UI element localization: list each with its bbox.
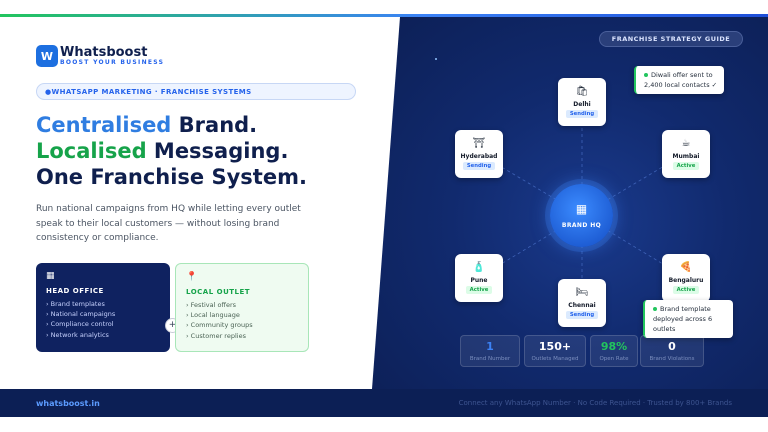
building-icon: ▦ bbox=[46, 271, 55, 281]
whatsboost-logo-icon: W bbox=[36, 45, 58, 67]
template-toast: Brand template deployed across 6 outlets bbox=[643, 300, 733, 338]
footer-url-link[interactable]: whatsboost.in bbox=[36, 399, 100, 408]
diwali-toast: Diwali offer sent to 2,400 local contact… bbox=[634, 66, 724, 94]
stat-label: Open Rate bbox=[599, 356, 629, 362]
description: Run national campaigns from HQ while let… bbox=[36, 204, 301, 243]
node-name: Delhi bbox=[573, 101, 591, 108]
headline-rest-1: Brand. bbox=[171, 113, 258, 137]
node-name: Bengaluru bbox=[668, 277, 704, 284]
stat-brand-number: 1 Brand Number bbox=[460, 335, 520, 367]
bottom-margin bbox=[0, 417, 768, 432]
footer-note: Connect any WhatsApp Number · No Code Re… bbox=[458, 399, 732, 407]
local-outlet-card: 📍 LOCAL OUTLET › Festival offers › Local… bbox=[175, 263, 309, 352]
pin-icon: 📍 bbox=[186, 272, 198, 282]
page-headline: Centralised Brand. Localised Messaging. … bbox=[36, 112, 307, 190]
headline-accent-1: Centralised bbox=[36, 113, 172, 137]
bed-icon: 🛏 bbox=[575, 287, 589, 298]
building-icon: ▦ bbox=[575, 202, 588, 216]
stat-value: 1 bbox=[486, 340, 494, 353]
list-item: › Customer replies bbox=[186, 331, 246, 340]
node-name: Hyderabad bbox=[460, 153, 498, 160]
node-bengaluru[interactable]: 🍕 Bengaluru Active bbox=[662, 254, 710, 302]
cup-icon: ☕ bbox=[681, 138, 691, 149]
stat-label: Brand Violations bbox=[649, 356, 695, 362]
brand-logo[interactable]: W Whatsboost BOOST YOUR BUSINESS bbox=[36, 45, 164, 67]
toast-text: Brand template deployed across 6 outlets bbox=[653, 305, 713, 333]
list-item: › National campaigns bbox=[46, 310, 116, 319]
stat-label: Brand Number bbox=[469, 356, 511, 362]
bottle-icon: 🧴 bbox=[472, 262, 486, 273]
brand-name: Whatsboost bbox=[60, 44, 148, 60]
status-badge: Active bbox=[672, 286, 700, 294]
status-badge: Active bbox=[465, 286, 493, 294]
status-badge: Sending bbox=[565, 110, 599, 118]
toast-text: Diwali offer sent to 2,400 local contact… bbox=[644, 71, 718, 89]
brand-tagline: BOOST YOUR BUSINESS bbox=[60, 58, 165, 66]
status-badge: Active bbox=[672, 162, 700, 170]
list-item: › Brand templates bbox=[46, 300, 105, 308]
node-delhi[interactable]: 🛍 Delhi Sending bbox=[558, 78, 606, 126]
store-icon: ⛩ bbox=[472, 138, 486, 149]
head-office-title: HEAD OFFICE bbox=[46, 287, 104, 295]
node-name: Mumbai bbox=[672, 153, 700, 160]
hub-label: BRAND HQ bbox=[561, 222, 602, 229]
node-pune[interactable]: 🧴 Pune Active bbox=[455, 254, 503, 302]
node-hyderabad[interactable]: ⛩ Hyderabad Sending bbox=[455, 130, 503, 178]
strategy-guide-badge[interactable]: FRANCHISE STRATEGY GUIDE bbox=[599, 31, 743, 47]
status-dot-icon bbox=[644, 73, 648, 77]
stat-value: 0 bbox=[668, 340, 676, 353]
head-office-card: ▦ HEAD OFFICE › Brand templates › Nation… bbox=[36, 263, 170, 352]
list-item: › Compliance control bbox=[46, 320, 114, 329]
headline-accent-2: Localised bbox=[36, 139, 147, 163]
node-chennai[interactable]: 🛏 Chennai Sending bbox=[558, 279, 606, 327]
stat-outlets: 150+ Outlets Managed bbox=[524, 335, 586, 367]
list-item: › Community groups bbox=[186, 321, 253, 330]
stat-label: Outlets Managed bbox=[531, 356, 579, 362]
stat-value: 150+ bbox=[538, 340, 572, 353]
status-badge: Sending bbox=[462, 162, 496, 170]
headline-rest-2: Messaging. bbox=[146, 139, 289, 163]
pizza-icon: 🍕 bbox=[679, 262, 693, 273]
stat-violations: 0 Brand Violations bbox=[640, 335, 704, 367]
status-badge: Sending bbox=[565, 311, 599, 319]
brand-hq-hub: ▦ BRAND HQ bbox=[550, 184, 613, 247]
list-item: › Network analytics bbox=[46, 330, 109, 339]
category-pill: ●WHATSAPP MARKETING · FRANCHISE SYSTEMS bbox=[36, 83, 356, 100]
status-dot-icon bbox=[653, 307, 657, 311]
node-mumbai[interactable]: ☕ Mumbai Active bbox=[662, 130, 710, 178]
headline-line-3: One Franchise System. bbox=[36, 165, 307, 189]
list-item: › Local language bbox=[186, 311, 240, 320]
decorative-star bbox=[435, 58, 437, 60]
stat-open-rate: 98% Open Rate bbox=[590, 335, 638, 367]
local-outlet-title: LOCAL OUTLET bbox=[186, 288, 251, 296]
node-name: Pune bbox=[470, 277, 488, 284]
shop-icon: 🛍 bbox=[575, 86, 589, 97]
stat-value: 98% bbox=[600, 340, 628, 353]
list-item: › Festival offers bbox=[186, 301, 237, 309]
node-name: Chennai bbox=[568, 302, 596, 309]
footer-bar: whatsboost.in Connect any WhatsApp Numbe… bbox=[0, 389, 768, 417]
